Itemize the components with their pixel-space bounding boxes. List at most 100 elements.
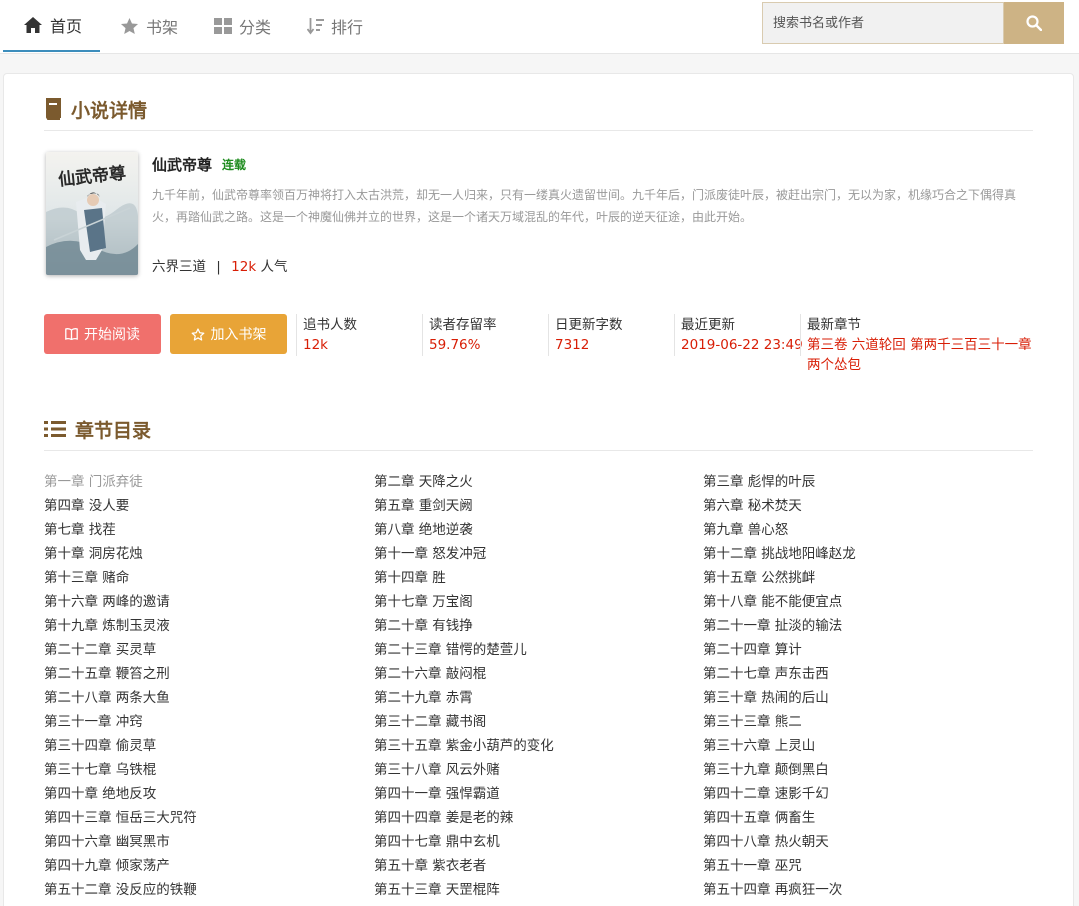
add-to-shelf-button[interactable]: 加入书架 <box>170 314 287 354</box>
chapter-link[interactable]: 第十六章 两峰的邀请 <box>44 592 170 612</box>
chapter-link[interactable]: 第三十五章 紫金小葫芦的变化 <box>374 736 554 756</box>
book-cover-image[interactable]: 仙武帝尊 <box>46 152 138 275</box>
stat-label: 最新章节 <box>807 317 861 333</box>
chapter-link[interactable]: 第十章 洞房花烛 <box>44 544 143 564</box>
chapter-link[interactable]: 第四十七章 鼎中玄机 <box>374 832 500 852</box>
chapter-link[interactable]: 第十九章 炼制玉灵液 <box>44 616 170 636</box>
chapter-link[interactable]: 第三十章 热闹的后山 <box>703 688 829 708</box>
chapter-link[interactable]: 第五十四章 再疯狂一次 <box>703 880 842 900</box>
chapter-link[interactable]: 第一章 门派弃徒 <box>44 472 143 492</box>
search-button[interactable] <box>1004 2 1064 44</box>
status-badge: 连载 <box>222 158 247 172</box>
detail-section-title: 小说详情 <box>71 99 148 122</box>
star-icon <box>120 17 139 35</box>
nav-home-label: 首页 <box>50 17 83 36</box>
stat-label: 追书人数 <box>303 317 357 333</box>
chapter-link[interactable]: 第三十六章 上灵山 <box>703 736 815 756</box>
chapter-link[interactable]: 第三十八章 风云外赌 <box>374 760 500 780</box>
chapter-link[interactable]: 第五章 重剑天阙 <box>374 496 473 516</box>
chapter-link[interactable]: 第二十二章 买灵草 <box>44 640 156 660</box>
divider <box>422 314 423 356</box>
home-icon <box>23 16 43 34</box>
chapter-link[interactable]: 第四十章 绝地反攻 <box>44 784 156 804</box>
book-title[interactable]: 仙武帝尊 <box>152 154 212 175</box>
divider <box>800 314 801 356</box>
chapter-link[interactable]: 第三十四章 偷灵草 <box>44 736 156 756</box>
chapter-link[interactable]: 第十七章 万宝阁 <box>374 592 473 612</box>
chapter-link[interactable]: 第二十一章 扯淡的输法 <box>703 616 842 636</box>
chapter-link[interactable]: 第二十九章 赤霄 <box>374 688 473 708</box>
popularity-value: 12k <box>231 259 257 275</box>
search-icon <box>1026 15 1042 31</box>
nav-rank-label: 排行 <box>331 18 364 37</box>
chapter-link[interactable]: 第四十四章 姜是老的辣 <box>374 808 513 828</box>
start-reading-label: 开始阅读 <box>84 327 140 343</box>
start-reading-button[interactable]: 开始阅读 <box>44 314 161 354</box>
chapter-link[interactable]: 第二章 天降之火 <box>374 472 473 492</box>
chapter-link[interactable]: 第五十章 紫衣老者 <box>374 856 486 876</box>
book-description: 九千年前，仙武帝尊率领百万神将打入太古洪荒，却无一人归来，只有一缕真火遗留世间。… <box>152 188 1017 224</box>
chapter-link[interactable]: 第八章 绝地逆袭 <box>374 520 473 540</box>
stat-followers: 追书人数 12k <box>303 315 357 355</box>
stat-last-update: 最近更新 2019-06-22 23:49 <box>681 315 803 355</box>
chapter-link[interactable]: 第四十九章 倾家荡产 <box>44 856 170 876</box>
chapter-link[interactable]: 第十二章 挑战地阳峰赵龙 <box>703 544 856 564</box>
divider <box>44 450 1033 451</box>
search-input[interactable] <box>762 2 1004 44</box>
chapter-link[interactable]: 第三十九章 颠倒黑白 <box>703 760 829 780</box>
chapter-link[interactable]: 第三十三章 熊二 <box>703 712 802 732</box>
chapter-link[interactable]: 第二十章 有钱挣 <box>374 616 473 636</box>
meta-separator: | <box>216 259 221 275</box>
grid-icon <box>214 18 232 34</box>
chapter-link[interactable]: 第五十三章 天罡棍阵 <box>374 880 500 900</box>
latest-chapter-link[interactable]: 第三卷 六道轮回 第两千三百三十一章 两个怂包 <box>807 335 1047 375</box>
chapter-link[interactable]: 第三十二章 藏书阁 <box>374 712 486 732</box>
chapter-link[interactable]: 第四十一章 强悍霸道 <box>374 784 500 804</box>
nav-category[interactable]: 分类 <box>197 0 294 52</box>
chapter-link[interactable]: 第四章 没人要 <box>44 496 129 516</box>
nav-home[interactable]: 首页 <box>3 0 100 52</box>
chapter-link[interactable]: 第十八章 能不能便宜点 <box>703 592 842 612</box>
chapter-link[interactable]: 第三十一章 冲窍 <box>44 712 143 732</box>
list-icon <box>44 420 66 438</box>
chapter-link[interactable]: 第三十七章 乌铁棍 <box>44 760 156 780</box>
chapter-link[interactable]: 第三章 彪悍的叶辰 <box>703 472 815 492</box>
chapter-link[interactable]: 第四十六章 幽冥黑市 <box>44 832 170 852</box>
chapter-link[interactable]: 第二十四章 算计 <box>703 640 802 660</box>
main-nav: 首页 书架 分类 排行 <box>3 0 391 52</box>
chapter-link[interactable]: 第十四章 胜 <box>374 568 446 588</box>
chapter-link[interactable]: 第四十八章 热火朝天 <box>703 832 829 852</box>
stat-value: 7312 <box>555 337 590 353</box>
chapter-link[interactable]: 第四十二章 速影千幻 <box>703 784 829 804</box>
chapter-link[interactable]: 第二十八章 两条大鱼 <box>44 688 170 708</box>
chapter-link[interactable]: 第十三章 赌命 <box>44 568 129 588</box>
chapter-link[interactable]: 第四十五章 俩畜生 <box>703 808 815 828</box>
stat-value: 2019-06-22 23:49 <box>681 337 803 353</box>
divider <box>44 130 1033 131</box>
divider <box>296 314 297 356</box>
book-detail-card: 小说详情 仙武帝尊 仙武帝尊 连载 九千年前，仙武帝尊率领百万神将打入太古洪荒，… <box>3 73 1074 906</box>
divider <box>674 314 675 356</box>
chapter-link[interactable]: 第十五章 公然挑衅 <box>703 568 815 588</box>
chapter-link[interactable]: 第二十六章 敲闷棍 <box>374 664 486 684</box>
stat-label: 读者存留率 <box>429 317 497 333</box>
chapter-link[interactable]: 第九章 兽心怒 <box>703 520 788 540</box>
chapter-link[interactable]: 第二十七章 声东击西 <box>703 664 829 684</box>
stat-retention: 读者存留率 59.76% <box>429 315 497 355</box>
chapter-link[interactable]: 第五十一章 巫咒 <box>703 856 802 876</box>
nav-shelf[interactable]: 书架 <box>100 0 197 52</box>
nav-rank[interactable]: 排行 <box>294 0 391 52</box>
catalog-section-title: 章节目录 <box>75 419 152 442</box>
chapter-link[interactable]: 第四十三章 恒岳三大咒符 <box>44 808 197 828</box>
nav-shelf-label: 书架 <box>146 18 179 37</box>
stat-value: 12k <box>303 337 328 353</box>
chapter-link[interactable]: 第二十三章 错愕的楚萱儿 <box>374 640 527 660</box>
chapter-link[interactable]: 第五十二章 没反应的铁鞭 <box>44 880 197 900</box>
chapter-link[interactable]: 第七章 找茬 <box>44 520 116 540</box>
chapter-link[interactable]: 第二十五章 鞭笞之刑 <box>44 664 170 684</box>
author-name[interactable]: 六界三道 <box>152 259 206 275</box>
popularity-label: 人气 <box>260 259 288 275</box>
stat-label: 最近更新 <box>681 317 735 333</box>
chapter-link[interactable]: 第十一章 怒发冲冠 <box>374 544 486 564</box>
chapter-link[interactable]: 第六章 秘术焚天 <box>703 496 802 516</box>
